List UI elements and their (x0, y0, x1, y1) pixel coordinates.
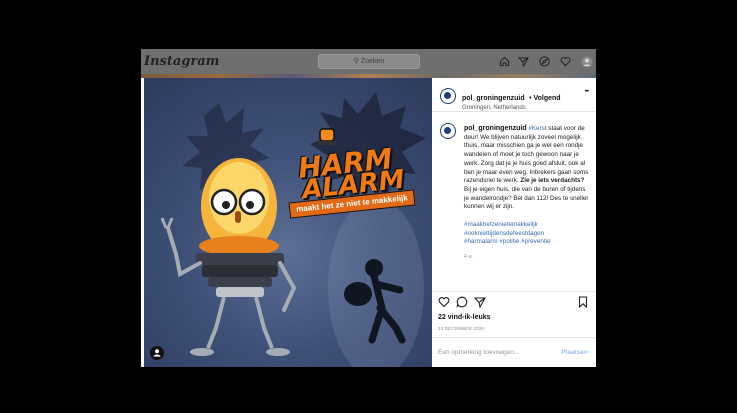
hashtag[interactable]: #ookniettijdensdefeestdagen (464, 230, 590, 239)
caption-age[interactable]: 4 w. (464, 253, 590, 262)
likes-count[interactable]: 22 vind-ik-leuks (438, 314, 491, 321)
comment-input[interactable]: Een opmerking toevoegen... (438, 349, 519, 356)
caption-avatar[interactable] (440, 123, 456, 139)
post-sidebar: pol_groningenzuid • Volgend Groningen, N… (432, 78, 596, 367)
post-artwork (160, 92, 426, 367)
caption: pol_groningenzuid #Kerst staat voor de d… (464, 125, 590, 262)
caption-bold: Zie je iets verdachts? (520, 177, 585, 185)
search-input[interactable]: ⚲ Zoeken (318, 54, 420, 69)
search-icon: ⚲ (353, 58, 361, 65)
explore-icon[interactable] (539, 56, 550, 67)
hashtag[interactable]: #harmalarm (464, 238, 498, 245)
follow-status[interactable]: • Volgend (529, 95, 561, 102)
search-placeholder: Zoeken (360, 58, 385, 65)
heart-icon[interactable] (560, 56, 571, 67)
share-icon[interactable] (474, 296, 486, 308)
hashtag-kerst[interactable]: #Kerst (528, 125, 546, 132)
caption-text: staat voor de deur! We blijven natuurlij… (464, 125, 589, 185)
post-date[interactable]: 24 DECEMBER 2020 (438, 326, 484, 331)
save-icon[interactable] (577, 296, 589, 308)
post-image[interactable]: HARM ALARM maakt het ze niet te makkelij… (144, 78, 432, 367)
divider (432, 337, 596, 338)
hashtag[interactable]: #politie (499, 238, 519, 245)
caption-text-2: Bij je eigen huis, die van de buren of t… (464, 185, 589, 211)
caption-user[interactable]: pol_groningenzuid (464, 125, 527, 132)
hashtag[interactable]: #maakhetzenietemakkelijk (464, 221, 590, 230)
profile-icon[interactable] (581, 56, 593, 68)
like-icon[interactable] (438, 296, 450, 308)
tagged-user-icon[interactable] (150, 346, 164, 360)
hashtag[interactable]: #preventie (521, 238, 550, 245)
direct-icon[interactable] (518, 56, 529, 67)
instagram-logo[interactable]: Instagram (144, 54, 219, 69)
post-comment-button[interactable]: Plaatsen (561, 349, 588, 356)
post-header: pol_groningenzuid • Volgend Groningen, N… (462, 87, 561, 111)
divider (432, 291, 596, 292)
divider (432, 111, 596, 112)
comment-icon[interactable] (456, 296, 468, 308)
instagram-window: Instagram ⚲ Zoeken HARM ALARM maakt het … (141, 49, 596, 367)
account-avatar[interactable] (440, 88, 456, 104)
account-name[interactable]: pol_groningenzuid (462, 95, 525, 102)
more-options-icon[interactable]: ••• (585, 89, 589, 95)
top-navigation-bar: Instagram ⚲ Zoeken (141, 49, 596, 74)
home-icon[interactable] (499, 56, 510, 67)
